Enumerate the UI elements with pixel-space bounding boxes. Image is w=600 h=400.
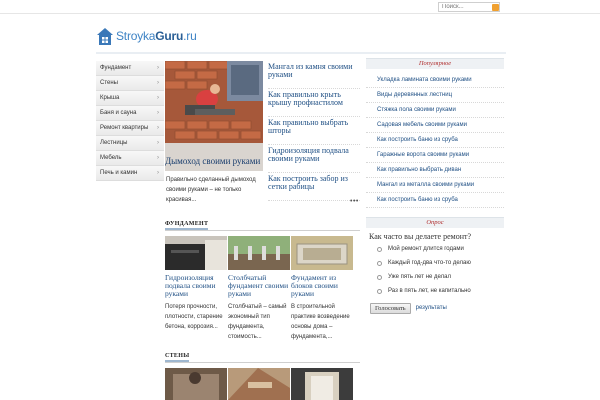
featured-links-list: Мангал из камня своими руками Как правил… xyxy=(268,62,360,202)
search-input[interactable] xyxy=(438,2,500,12)
featured-link[interactable]: Как правильно выбрать шторы xyxy=(268,118,360,145)
card-image[interactable] xyxy=(165,236,227,270)
sidebar-item-bath[interactable]: Баня и сауна › xyxy=(96,106,164,121)
right-sidebar: Популярное Укладка ламината своими рукам… xyxy=(366,58,504,315)
popular-item[interactable]: Садовая мебель своими руками xyxy=(366,118,504,133)
article-card[interactable]: Столбчатый фундамент своими руками Столб… xyxy=(228,236,290,342)
featured-link[interactable]: Как правильно крыть крышу профнастилом xyxy=(268,90,360,117)
poll-option[interactable]: Каждый год-два что-то делаю xyxy=(366,257,504,270)
chevron-right-icon: › xyxy=(157,155,159,161)
chevron-right-icon: › xyxy=(157,95,159,101)
chevron-right-icon: › xyxy=(157,80,159,86)
walls-cards xyxy=(165,368,361,400)
sidebar-item-renovation[interactable]: Ремонт квартиры › xyxy=(96,121,164,136)
card-title[interactable]: Фундамент из блоков своими руками xyxy=(291,274,353,298)
popular-title: Популярное xyxy=(366,58,504,69)
card-image[interactable] xyxy=(228,236,290,270)
chevron-right-icon: › xyxy=(157,140,159,146)
feature-image[interactable] xyxy=(165,61,263,171)
sidebar-item-roof[interactable]: Крыша › xyxy=(96,91,164,106)
header-divider xyxy=(96,52,506,54)
popular-item[interactable]: Укладка ламината своими руками xyxy=(366,73,504,88)
house-icon xyxy=(96,25,114,47)
card-description: В строительной практике возведение основ… xyxy=(291,304,350,340)
vote-button[interactable]: Голосовать xyxy=(370,303,411,314)
chevron-right-icon: › xyxy=(157,65,159,71)
card-image[interactable] xyxy=(165,368,227,400)
feature-description: Правильно сделанный дымоход своими рукам… xyxy=(166,177,256,203)
popular-item[interactable]: Мангал из металла своими руками xyxy=(366,178,504,193)
logo-text: StroykaGuru.ru xyxy=(116,29,197,43)
card-description: Потеря прочности, плотности, старение бе… xyxy=(165,304,223,330)
poll-option[interactable]: Уже пять лет не делал xyxy=(366,271,504,284)
chevron-right-icon: › xyxy=(157,125,159,131)
card-description: Столбчатый – самый экономный тип фундаме… xyxy=(228,304,287,340)
poll-option[interactable]: Раз в пять лет, не капитально xyxy=(366,285,504,298)
popular-item[interactable]: Как построить баню из сруба xyxy=(366,133,504,148)
poll-question: Как часто вы делаете ремонт? xyxy=(369,232,472,241)
popular-item[interactable]: Гаражные ворота своими руками xyxy=(366,148,504,163)
sidebar-item-walls[interactable]: Стены › xyxy=(96,76,164,91)
more-dots[interactable]: ••• xyxy=(350,198,359,205)
featured-link[interactable]: Гидроизоляция подвала своими руками xyxy=(268,146,360,173)
chevron-right-icon: › xyxy=(157,110,159,116)
sidebar-item-furniture[interactable]: Мебель › xyxy=(96,151,164,166)
poll-title: Опрос xyxy=(366,217,504,228)
card-image[interactable] xyxy=(228,368,290,400)
popular-list: Укладка ламината своими руками Виды дере… xyxy=(366,69,504,208)
poll-option[interactable]: Мой ремонт длится годами xyxy=(366,243,504,256)
radio-button[interactable] xyxy=(377,261,382,266)
card-title[interactable]: Столбчатый фундамент своими руками xyxy=(228,274,290,298)
search-button[interactable] xyxy=(492,4,499,11)
featured-link[interactable]: Мангал из камня своими руками xyxy=(268,62,360,89)
site-logo[interactable]: StroykaGuru.ru xyxy=(96,24,197,48)
section-header-walls: СТЕНЫ xyxy=(165,353,360,363)
featured-link[interactable]: Как построить забор из сетки рабицы xyxy=(268,174,360,201)
article-card[interactable]: Гидроизоляция подвала своими руками Поте… xyxy=(165,236,227,332)
popular-item[interactable]: Виды деревянных лестниц xyxy=(366,88,504,103)
sidebar-item-stove[interactable]: Печь и камин › xyxy=(96,166,164,181)
results-link[interactable]: результаты xyxy=(416,303,447,314)
card-image[interactable] xyxy=(291,368,353,400)
sidebar-nav: Фундамент › Стены › Крыша › Баня и сауна › Р… xyxy=(96,61,164,181)
card-image[interactable] xyxy=(291,236,353,270)
feature-title[interactable]: Дымоход своими руками xyxy=(165,157,261,166)
article-card[interactable]: Фундамент из блоков своими руками В стро… xyxy=(291,236,353,342)
popular-item[interactable]: Стяжка пола своими руками xyxy=(366,103,504,118)
popular-item[interactable]: Как построить баню из сруба xyxy=(366,193,504,208)
top-bar xyxy=(0,0,600,14)
section-header-foundation: ФУНДАМЕНТ xyxy=(165,221,360,231)
chevron-right-icon: › xyxy=(157,170,159,176)
radio-button[interactable] xyxy=(377,247,382,252)
card-title[interactable]: Гидроизоляция подвала своими руками xyxy=(165,274,227,298)
radio-button[interactable] xyxy=(377,289,382,294)
sidebar-item-stairs[interactable]: Лестницы › xyxy=(96,136,164,151)
popular-item[interactable]: Как правильно выбрать диван xyxy=(366,163,504,178)
radio-button[interactable] xyxy=(377,275,382,280)
sidebar-item-foundation[interactable]: Фундамент › xyxy=(96,61,164,76)
poll-actions: Голосовать результаты xyxy=(366,303,504,315)
